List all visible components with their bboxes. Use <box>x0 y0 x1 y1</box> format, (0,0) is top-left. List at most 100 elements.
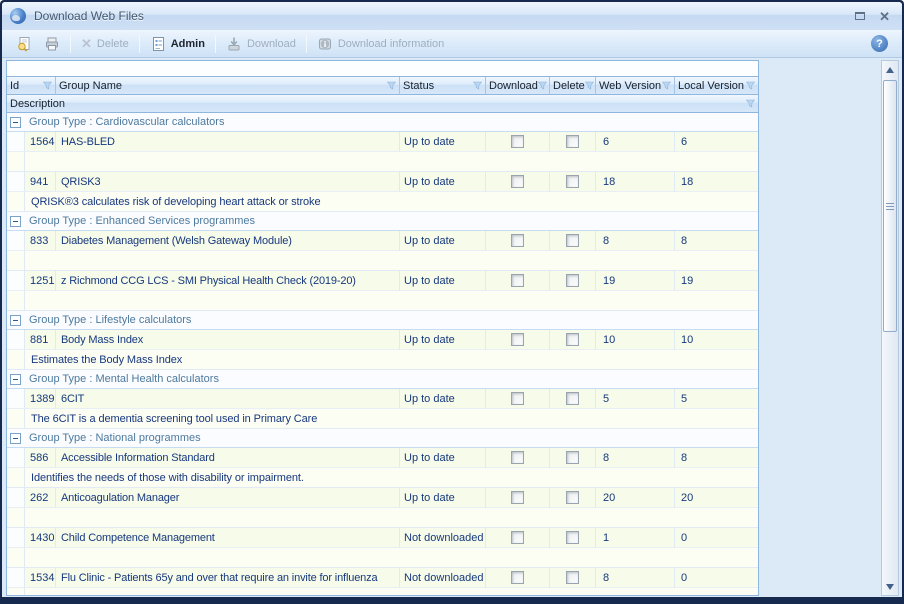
scroll-up-button[interactable] <box>882 61 898 78</box>
collapse-minus-icon <box>13 320 18 321</box>
maximize-icon <box>855 12 865 20</box>
column-header-label: Group Name <box>59 80 122 92</box>
table-row[interactable]: 586Accessible Information StandardUp to … <box>7 448 758 468</box>
group-panel[interactable] <box>7 61 758 77</box>
row-indent <box>7 152 25 172</box>
group-row: Group Type : Enhanced Services programme… <box>7 212 758 231</box>
filter-icon[interactable] <box>473 81 482 90</box>
column-header-label: Description <box>10 98 65 110</box>
description-cell: Identifies the needs of those with disab… <box>25 468 758 488</box>
scrollbar-thumb[interactable] <box>883 80 897 332</box>
download-checkbox[interactable] <box>511 451 524 464</box>
print-preview-icon <box>16 36 32 52</box>
row-status-cell: Up to date <box>400 448 486 468</box>
column-header-local-version[interactable]: Local Version <box>675 77 758 95</box>
row-delete-cell <box>550 330 596 350</box>
delete-button[interactable]: ✕ Delete <box>75 35 135 52</box>
group-row: Group Type : Cardiovascular calculators <box>7 113 758 132</box>
delete-checkbox[interactable] <box>566 135 579 148</box>
collapse-button[interactable] <box>10 433 21 444</box>
column-header-label: Status <box>403 80 434 92</box>
filter-icon[interactable] <box>538 81 547 90</box>
download-checkbox[interactable] <box>511 175 524 188</box>
column-header-id[interactable]: Id <box>7 77 56 95</box>
collapse-button[interactable] <box>10 216 21 227</box>
row-delete-cell <box>550 568 596 588</box>
download-information-button[interactable]: Download information <box>311 34 450 54</box>
download-checkbox[interactable] <box>511 392 524 405</box>
delete-checkbox[interactable] <box>566 234 579 247</box>
column-header-group-name[interactable]: Group Name <box>56 77 400 95</box>
filter-icon[interactable] <box>585 81 594 90</box>
filter-icon[interactable] <box>746 81 755 90</box>
column-header-status[interactable]: Status <box>400 77 486 95</box>
row-web-version-cell: 19 <box>596 271 675 291</box>
table-row[interactable]: 941QRISK3Up to date1818 <box>7 172 758 192</box>
row-group-name-cell: 6CIT <box>56 389 400 409</box>
maximize-button[interactable] <box>855 12 865 20</box>
delete-checkbox[interactable] <box>566 531 579 544</box>
row-status-cell: Not downloaded <box>400 528 486 548</box>
delete-checkbox[interactable] <box>566 274 579 287</box>
row-indent <box>7 548 25 568</box>
download-button[interactable]: Download <box>220 34 302 54</box>
delete-checkbox[interactable] <box>566 175 579 188</box>
row-download-cell <box>486 231 550 251</box>
table-row[interactable]: 881Body Mass IndexUp to date1010 <box>7 330 758 350</box>
download-checkbox[interactable] <box>511 234 524 247</box>
delete-checkbox[interactable] <box>566 451 579 464</box>
row-web-version-cell: 20 <box>596 488 675 508</box>
column-header-download[interactable]: Download <box>486 77 550 95</box>
filter-icon[interactable] <box>662 81 671 90</box>
table-row[interactable]: 13896CITUp to date55 <box>7 389 758 409</box>
print-button[interactable] <box>38 34 66 54</box>
download-checkbox[interactable] <box>511 491 524 504</box>
grid-rows: Group Type : Cardiovascular calculators1… <box>7 113 758 596</box>
description-cell: The 6CIT is a dementia screening tool us… <box>25 409 758 429</box>
column-header-description[interactable]: Description <box>7 95 758 113</box>
collapse-button[interactable] <box>10 374 21 385</box>
collapse-button[interactable] <box>10 117 21 128</box>
close-button[interactable]: ✕ <box>879 10 890 23</box>
filter-icon[interactable] <box>43 81 52 90</box>
print-preview-button[interactable] <box>10 34 38 54</box>
delete-checkbox[interactable] <box>566 392 579 405</box>
admin-label: Admin <box>171 38 205 50</box>
delete-checkbox[interactable] <box>566 571 579 584</box>
arrow-up-icon <box>886 67 894 73</box>
column-header-web-version[interactable]: Web Version <box>596 77 675 95</box>
column-header-label: Delete <box>553 80 585 92</box>
delete-checkbox[interactable] <box>566 333 579 346</box>
row-download-cell <box>486 488 550 508</box>
table-row[interactable]: 833Diabetes Management (Welsh Gateway Mo… <box>7 231 758 251</box>
toolbar-separator <box>139 35 140 53</box>
collapse-button[interactable] <box>10 315 21 326</box>
filter-icon[interactable] <box>746 99 755 108</box>
row-status-cell: Not downloaded <box>400 568 486 588</box>
download-checkbox[interactable] <box>511 571 524 584</box>
row-status-cell: Up to date <box>400 172 486 192</box>
scroll-down-button[interactable] <box>882 578 898 595</box>
table-row[interactable]: 1430Child Competence ManagementNot downl… <box>7 528 758 548</box>
download-checkbox[interactable] <box>511 333 524 346</box>
delete-checkbox[interactable] <box>566 491 579 504</box>
table-row[interactable]: 1251z Richmond CCG LCS - SMI Physical He… <box>7 271 758 291</box>
admin-button[interactable]: Admin <box>144 34 211 54</box>
table-row[interactable]: 1534Flu Clinic - Patients 65y and over t… <box>7 568 758 588</box>
help-button[interactable]: ? <box>871 35 888 52</box>
download-checkbox[interactable] <box>511 274 524 287</box>
table-row[interactable]: 262Anticoagulation ManagerUp to date2020 <box>7 488 758 508</box>
row-group-name-cell: Body Mass Index <box>56 330 400 350</box>
download-checkbox[interactable] <box>511 135 524 148</box>
table-row[interactable]: 1564HAS-BLEDUp to date66 <box>7 132 758 152</box>
description-row: QRISK®3 calculates risk of developing he… <box>7 192 758 212</box>
column-header-delete[interactable]: Delete <box>550 77 596 95</box>
filter-icon[interactable] <box>387 81 396 90</box>
download-checkbox[interactable] <box>511 531 524 544</box>
info-icon <box>317 36 333 52</box>
row-delete-cell <box>550 448 596 468</box>
download-label: Download <box>247 38 296 50</box>
row-status-cell: Up to date <box>400 488 486 508</box>
row-local-version-cell: 0 <box>675 568 758 588</box>
vertical-scrollbar[interactable] <box>881 60 899 596</box>
